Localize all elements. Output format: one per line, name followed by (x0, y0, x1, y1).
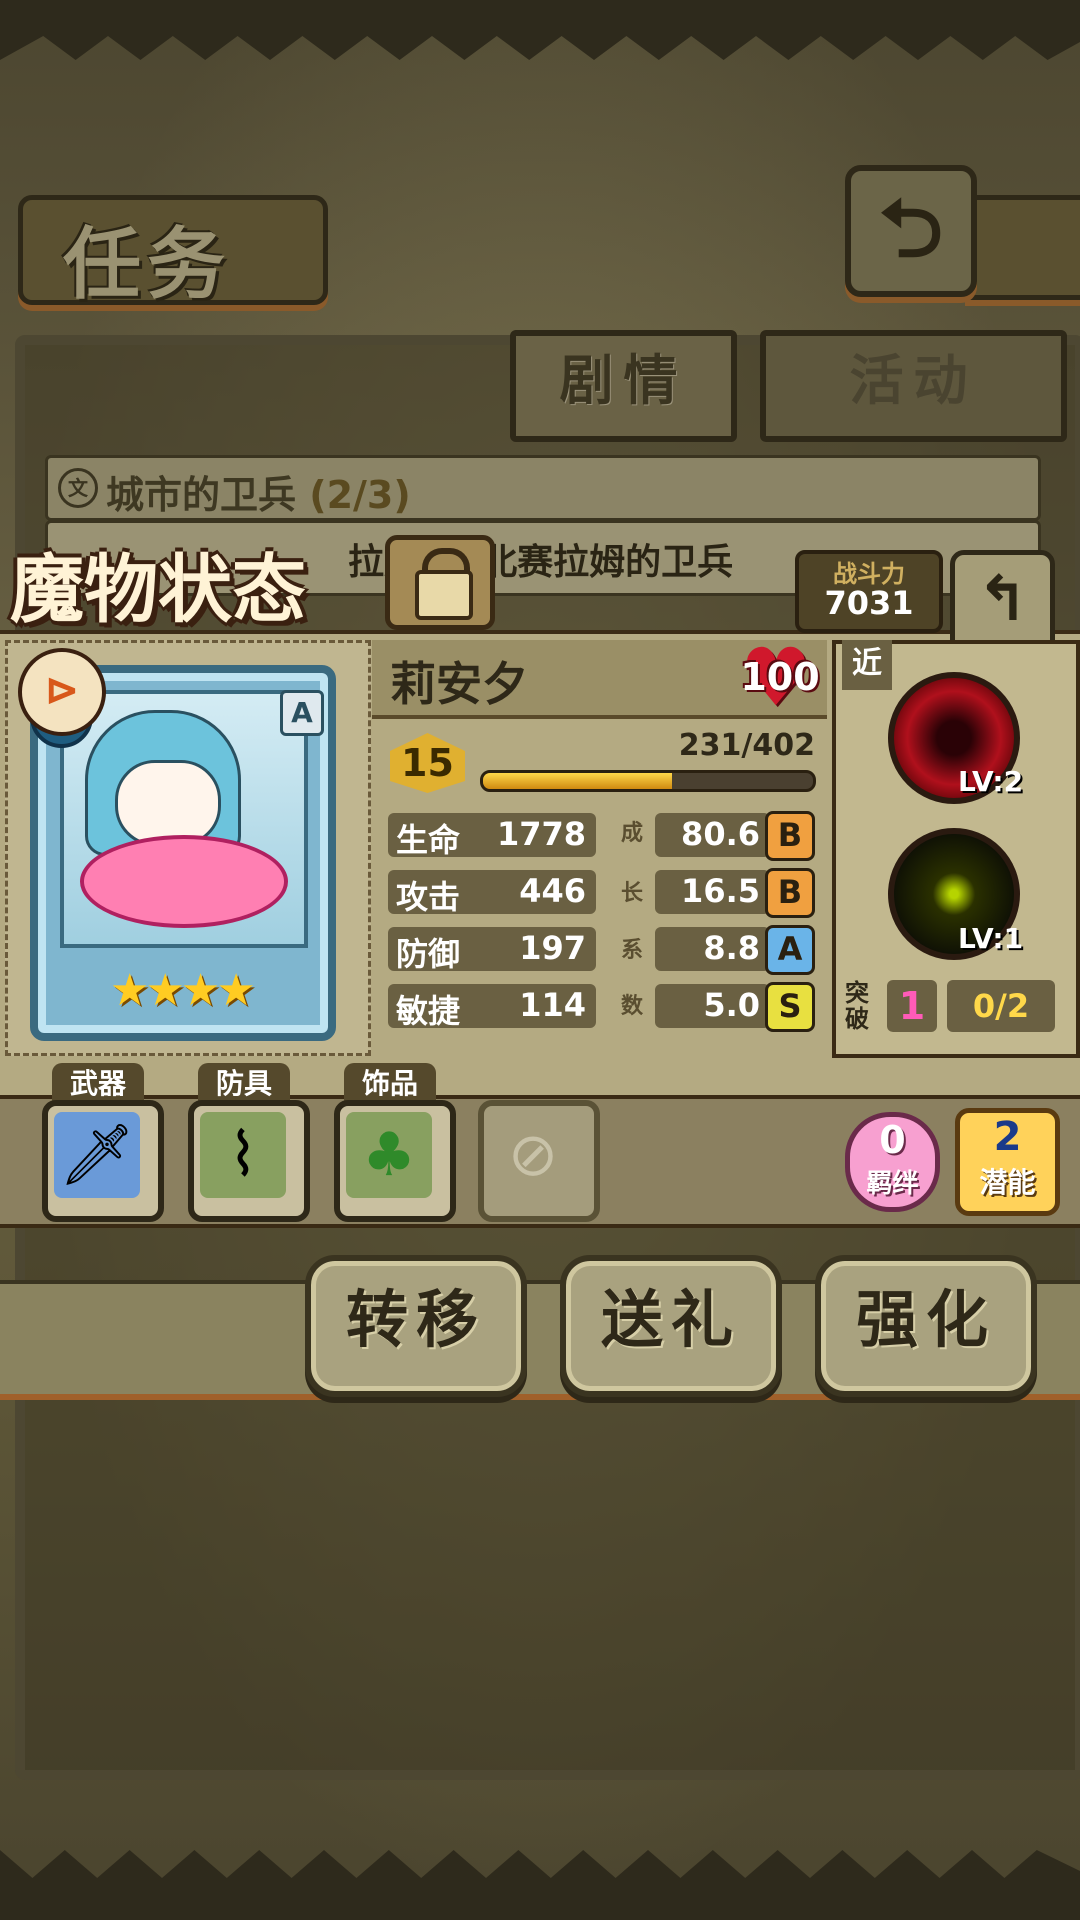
belt-icon: ⌇ (228, 1120, 258, 1190)
breakthrough: 突破 1 0/2 (845, 980, 1060, 1035)
quest-type-icon: 文 (58, 468, 98, 508)
tab-event-label: 活动 (849, 349, 978, 412)
level-cap: 100 (740, 655, 820, 699)
slot-label-armor: 防具 (198, 1063, 290, 1105)
equip-slot-armor[interactable]: ⌇ (188, 1100, 310, 1222)
transfer-button[interactable]: 转移 (305, 1255, 527, 1397)
type-symbol-icon: ⊳ (44, 665, 80, 714)
grade-badge: B (765, 811, 815, 861)
equip-slot-weapon[interactable]: 🗡 (42, 1100, 164, 1222)
equip-slot-accessory[interactable]: ♣ (334, 1100, 456, 1222)
slot-label-accessory: 饰品 (344, 1063, 436, 1105)
gift-button-label: 送礼 (600, 1283, 741, 1356)
range-tag: 近 (842, 640, 892, 690)
quest-title: 城市的卫兵 (2/3) (106, 464, 411, 519)
back-button[interactable]: ⮌ (845, 165, 977, 297)
enhance-button-label: 强化 (855, 1283, 996, 1356)
return-arrow-icon: ↰ (976, 562, 1029, 635)
grade-badge: B (765, 868, 815, 918)
stat-row-attack: 攻击 446 (388, 870, 596, 916)
stat-label: 防御 (396, 935, 461, 973)
tab-story-label: 剧情 (559, 349, 688, 412)
gift-button[interactable]: 送礼 (560, 1255, 782, 1397)
equip-slot-empty[interactable]: ⊘ (478, 1100, 600, 1222)
growth-agility: 5.0 (655, 984, 770, 1028)
level-cap-heart: ♥ 100 (740, 638, 820, 718)
monster-name: 莉安夕 (390, 657, 528, 711)
grade-badge: S (765, 982, 815, 1032)
empty-slot-icon: ⊘ (507, 1120, 559, 1190)
grade-badge: A (765, 925, 815, 975)
quest-name: 城市的卫兵 (106, 473, 297, 517)
sword-icon: 🗡 (58, 1120, 136, 1190)
stat-value: 114 (519, 986, 586, 1024)
swim-ring (80, 835, 288, 928)
stat-label: 生命 (396, 821, 461, 859)
star-rating: ★★★★ (110, 965, 256, 1016)
return-arrow-icon: ⮌ (878, 182, 944, 275)
level-value: 15 (401, 741, 454, 785)
stat-value: 446 (519, 872, 586, 910)
stat-row-defense: 防御 197 (388, 927, 596, 973)
growth-value: 5.0 (703, 986, 760, 1024)
stat-value: 197 (519, 929, 586, 967)
breakthrough-label: 突破 (845, 979, 869, 1033)
growth-attack: 16.5 (655, 870, 770, 914)
quest-item[interactable]: 文 城市的卫兵 (2/3) (45, 455, 1041, 521)
level-badge: 15 (390, 733, 465, 793)
xp-bar-fill (483, 773, 673, 789)
header-bar-right (965, 195, 1080, 300)
lock-button[interactable] (385, 535, 495, 630)
growth-coef-char: 系 (620, 938, 643, 963)
xp-text: 231/402 (678, 728, 815, 763)
combat-power-box: 战斗力 7031 (795, 550, 943, 633)
tab-story[interactable]: 剧情 (510, 330, 737, 442)
growth-coef-char: 数 (620, 994, 643, 1019)
skill-level: LV:1 (958, 922, 1024, 955)
growth-coef-char: 成 (620, 821, 643, 846)
quest-progress: (2/3) (309, 473, 411, 517)
type-badge: ⊳ (18, 648, 106, 736)
skill-level: LV:2 (958, 765, 1024, 798)
stat-label: 敏捷 (396, 992, 461, 1030)
potential-label: 潜能 (979, 1166, 1036, 1199)
growth-value: 80.6 (681, 815, 760, 853)
slot-label-weapon: 武器 (52, 1063, 144, 1105)
stat-label: 攻击 (396, 878, 461, 916)
monster-panel-header: 魔物状态 (10, 530, 365, 633)
bond-button[interactable]: 0 羁绊 (845, 1112, 940, 1212)
potential-count: 2 (993, 1114, 1022, 1160)
transfer-button-label: 转移 (345, 1283, 486, 1356)
stat-row-hp: 生命 1778 (388, 813, 596, 859)
lock-icon-body (415, 570, 473, 620)
stat-value: 1778 (496, 815, 586, 853)
page-title: 任务 (63, 220, 232, 310)
bond-count: 0 (879, 1118, 906, 1162)
tab-event[interactable]: 活动 (760, 330, 1067, 442)
growth-coef-char: 长 (620, 881, 643, 906)
monster-face (115, 760, 221, 846)
page-title-plate: 任务 (18, 195, 328, 310)
growth-value: 8.8 (703, 929, 760, 967)
monster-panel-title: 魔物状态 (10, 547, 306, 633)
rank-badge: A (280, 690, 324, 736)
enhance-button[interactable]: 强化 (815, 1255, 1037, 1397)
potential-button[interactable]: 2 潜能 (955, 1108, 1060, 1216)
stat-row-agility: 敏捷 114 (388, 984, 596, 1030)
bond-label: 羁绊 (866, 1169, 919, 1199)
breakthrough-progress: 0/2 (947, 980, 1055, 1032)
xp-bar (480, 770, 816, 792)
combat-power-value: 7031 (824, 584, 914, 622)
clover-icon: ♣ (362, 1120, 416, 1190)
growth-value: 16.5 (681, 872, 760, 910)
growth-defense: 8.8 (655, 927, 770, 971)
growth-hp: 80.6 (655, 813, 770, 857)
breakthrough-count: 1 (887, 980, 937, 1032)
